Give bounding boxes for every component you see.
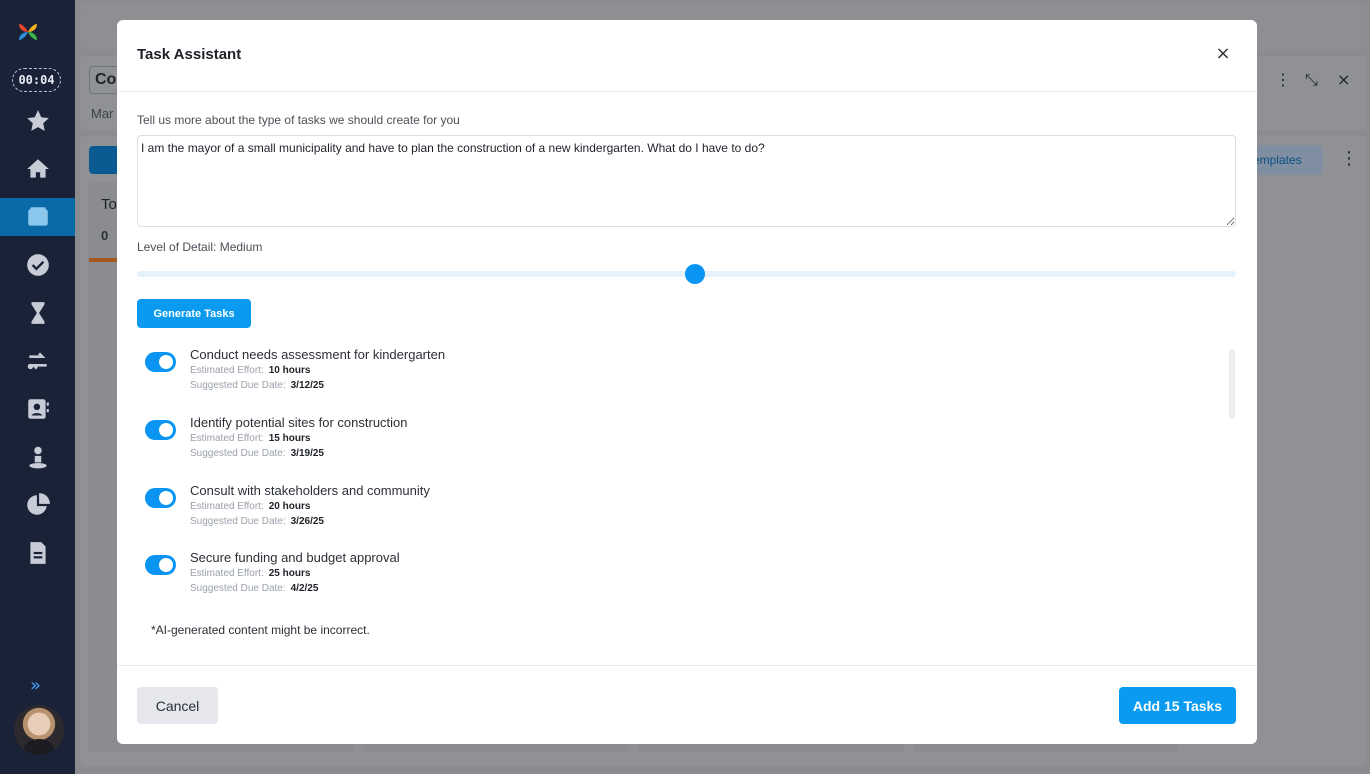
column-count: 0 [101, 228, 109, 243]
task-effort: Estimated Effort: 25 hours [190, 568, 311, 579]
dialog-header: Task Assistant × [117, 20, 1257, 92]
sidebar-item-contacts[interactable] [0, 390, 75, 428]
task-title: Secure funding and budget approval [190, 550, 400, 565]
close-icon[interactable]: × [1213, 44, 1233, 64]
detail-level-label: Level of Detail: Medium [137, 240, 263, 254]
prompt-textarea[interactable]: I am the mayor of a small municipality a… [137, 135, 1236, 227]
task-due-date: Suggested Due Date: 3/26/25 [190, 516, 324, 527]
task-toggle[interactable] [145, 555, 176, 575]
check-circle-icon [26, 254, 49, 276]
task-due-date: Suggested Due Date: 3/19/25 [190, 448, 324, 459]
board-options-icon: ⋮ [1340, 148, 1358, 169]
task-list-scrollbar[interactable] [1228, 345, 1236, 611]
board-view-button [89, 146, 119, 174]
task-title: Conduct needs assessment for kindergarte… [190, 347, 446, 362]
sidebar-item-reports[interactable] [0, 486, 75, 524]
task-effort: Estimated Effort: 15 hours [190, 433, 311, 444]
sidebar-item-resources[interactable] [0, 438, 75, 476]
sidebar-item-favorites[interactable] [0, 102, 75, 140]
contacts-icon [27, 399, 49, 419]
dialog-footer: Cancel Add 15 Tasks [117, 665, 1257, 744]
add-tasks-button[interactable]: Add 15 Tasks [1119, 687, 1236, 724]
person-pin-icon [28, 446, 47, 469]
expand-sidebar-icon[interactable]: » [30, 675, 41, 696]
avatar[interactable] [14, 705, 64, 755]
task-title: Consult with stakeholders and community [190, 483, 430, 498]
slider-thumb[interactable] [685, 264, 706, 284]
sidebar-item-documents[interactable] [0, 534, 75, 572]
generate-tasks-button[interactable]: Generate Tasks [137, 299, 251, 328]
task-due-date: Suggested Due Date: 3/12/25 [190, 380, 324, 391]
generated-task-list: Conduct needs assessment for kindergarte… [137, 345, 1236, 611]
dialog-title: Task Assistant [137, 46, 242, 63]
prompt-label: Tell us more about the type of tasks we … [137, 113, 460, 127]
scrollbar-thumb[interactable] [1229, 349, 1235, 419]
list-item: Identify potential sites for constructio… [137, 413, 1217, 473]
project-subtitle: Mar [91, 106, 114, 121]
hourglass-icon [31, 302, 44, 324]
task-title: Identify potential sites for constructio… [190, 415, 408, 430]
app-logo-icon[interactable] [16, 20, 40, 44]
task-toggle[interactable] [145, 420, 176, 440]
list-item: Conduct needs assessment for kindergarte… [137, 345, 1217, 405]
home-icon [26, 159, 49, 178]
detail-level-slider[interactable] [137, 264, 1236, 284]
ai-disclaimer: *AI-generated content might be incorrect… [151, 623, 370, 637]
sidebar-item-projects[interactable] [0, 198, 75, 236]
task-toggle[interactable] [145, 352, 176, 372]
task-effort: Estimated Effort: 20 hours [190, 501, 311, 512]
timer-badge[interactable]: 00:04 [12, 68, 61, 92]
document-icon [29, 542, 46, 564]
star-icon [26, 110, 49, 131]
transfer-icon [27, 352, 47, 370]
cancel-button[interactable]: Cancel [137, 687, 218, 724]
list-item: Consult with stakeholders and community … [137, 481, 1217, 541]
list-item: Secure funding and budget approval Estim… [137, 548, 1217, 608]
column-title: To [101, 196, 117, 213]
task-effort: Estimated Effort: 10 hours [190, 365, 311, 376]
sidebar-item-home[interactable] [0, 150, 75, 188]
column-progress-bar [89, 258, 119, 262]
sidebar-item-time[interactable] [0, 294, 75, 332]
folder-icon [27, 207, 48, 226]
task-toggle[interactable] [145, 488, 176, 508]
collapse-icon: ⤡ [1305, 70, 1318, 89]
sidebar-item-tasks[interactable] [0, 246, 75, 284]
sidebar-item-transfers[interactable] [0, 342, 75, 380]
more-options-icon: ⋮ [1275, 70, 1291, 89]
pie-chart-icon [26, 493, 50, 515]
close-project-icon: × [1337, 70, 1351, 89]
sidebar: 00:04 » [0, 0, 75, 774]
task-assistant-dialog: Task Assistant × Tell us more about the … [117, 20, 1257, 744]
task-due-date: Suggested Due Date: 4/2/25 [190, 583, 319, 594]
